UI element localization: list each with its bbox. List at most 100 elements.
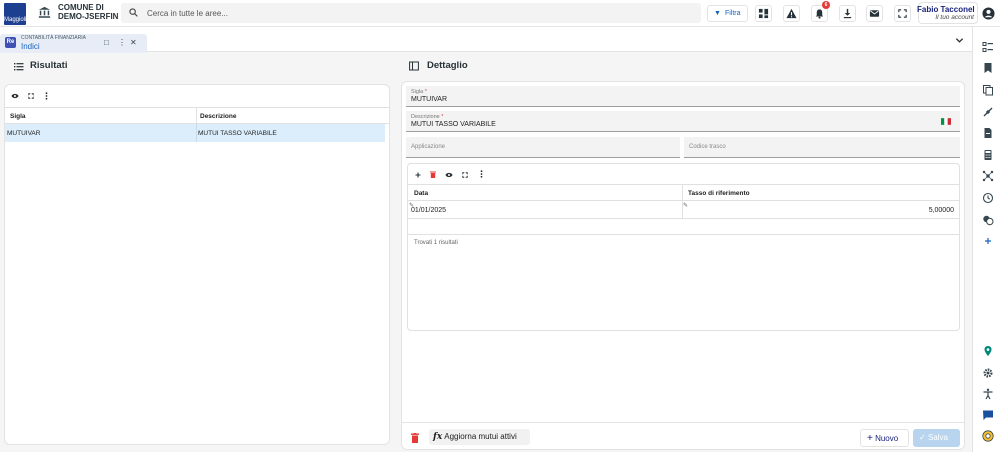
tab-module-label: CONTABILITÀ FINANZIARIA [21,35,86,41]
column-sigla[interactable]: Sigla [10,113,26,120]
table-row[interactable]: MUTUIVAR MUTUI TASSO VARIABILE [5,124,385,142]
fullscreen-icon [898,9,907,18]
italy-flag-icon[interactable] [941,118,951,125]
detail-panel: Sigla * MUTUIVAR Descrizione * MUTUI TAS… [401,81,965,450]
descrizione-field[interactable]: Descrizione * MUTUI TASSO VARIABILE [406,111,960,132]
support-icon[interactable] [982,430,994,442]
calculator-icon[interactable] [982,149,994,161]
descrizione-label: Descrizione * [411,114,444,120]
column-descrizione[interactable]: Descrizione [200,113,237,120]
nuovo-button[interactable]: + Nuovo [860,429,909,447]
column-divider [682,185,683,201]
comune-line2: DEMO-JSERFIN [58,11,119,21]
codice-trascodifica-placeholder: Codice trasco [689,144,726,150]
user-account-link: Il tuo account [935,14,974,21]
grid-icon [758,8,769,19]
history-icon[interactable] [982,192,994,204]
applicazione-field[interactable]: Applicazione [406,137,680,158]
plus-icon[interactable] [415,172,421,178]
gear-icon[interactable] [982,367,994,379]
close-tab-icon[interactable]: ✕ [130,38,137,47]
maggioli-logo[interactable]: Maggioli [4,3,26,25]
list-icon [14,63,24,71]
filter-label: Filtra [724,10,741,17]
sigla-value: MUTUIVAR [411,96,448,103]
more-icon[interactable] [45,92,48,100]
column-divider [196,124,197,142]
bank-icon[interactable] [37,5,52,20]
bookmark-list-icon[interactable] [982,62,994,74]
panel-icon[interactable] [409,61,419,71]
chevron-down-icon[interactable] [955,36,964,45]
right-rail [972,27,1000,452]
download-button[interactable] [839,5,856,22]
cell-descrizione: MUTUI TASSO VARIABILE [198,130,277,137]
edit-icon: ✎ [683,203,689,209]
warning-icon [786,8,797,19]
list-settings-icon[interactable] [982,41,994,53]
column-divider [196,108,197,124]
cell-data[interactable]: 01/01/2025 [411,207,446,214]
cell-sigla: MUTUIVAR [7,130,41,137]
network-icon[interactable] [982,170,994,182]
tassi-grid-header: Data Tasso di riferimento [408,184,959,201]
filter-icon: ▼ [714,10,721,17]
user-account-button[interactable]: Fabio Tacconell... Il tuo account [917,2,978,24]
salva-label: Salva [927,433,948,442]
applicazione-placeholder: Applicazione [411,144,446,150]
eye-icon[interactable] [11,93,19,99]
sigla-field[interactable]: Sigla * MUTUIVAR [406,86,960,107]
results-heading: Risultati [30,60,68,71]
coins-icon[interactable] [982,214,994,226]
mail-icon [869,10,880,17]
search-input[interactable] [147,3,687,23]
add-icon[interactable] [982,235,994,247]
bookmark-icon[interactable]: □ [104,38,109,47]
tab-title: Indici [21,42,40,51]
expand-icon[interactable] [28,93,34,99]
search-box[interactable] [121,3,701,23]
trash-icon[interactable] [430,171,436,178]
fullscreen-button[interactable] [894,5,911,22]
delete-icon[interactable] [411,433,419,443]
results-grid-header: Sigla Descrizione [5,107,389,124]
results-panel: Sigla Descrizione MUTUIVAR MUTUI TASSO V… [4,84,390,445]
tab-menu-icon[interactable]: ⋮ [118,38,126,47]
comune-name[interactable]: COMUNE DI DEMO-JSERFIN [58,3,119,21]
top-bar: Maggioli COMUNE DI DEMO-JSERFIN ▼Filtra … [0,0,1000,27]
download-icon [843,8,852,19]
mail-button[interactable] [866,5,883,22]
notification-badge: 6 [822,1,830,9]
aggiorna-label: Aggiorna mutui attivi [444,432,517,441]
codice-trascodifica-field[interactable]: Codice trasco [684,137,960,158]
eye-icon[interactable] [445,172,453,178]
more-icon[interactable] [480,170,483,178]
detail-heading: Dettaglio [427,60,468,71]
chat-icon[interactable] [982,409,994,421]
aggiorna-mutui-button[interactable]: fx Aggiorna mutui attivi [429,429,530,445]
plug-icon[interactable] [982,106,994,118]
copy-icon[interactable] [982,84,994,96]
filter-button[interactable]: ▼ Filtra [707,5,748,22]
logo-text: Maggioli [4,17,27,23]
account-icon[interactable] [982,7,995,20]
tassi-grid: Data Tasso di riferimento ✎ 01/01/2025 ✎… [407,163,960,331]
document-icon[interactable] [982,127,994,139]
nuovo-label: Nuovo [875,434,899,443]
search-icon [129,8,138,17]
table-row[interactable]: ✎ 01/01/2025 ✎ 5,00000 [408,201,959,219]
salva-button[interactable]: ✓ Salva [913,429,960,447]
apps-grid-button[interactable] [755,5,772,22]
accessibility-icon[interactable] [982,388,994,400]
user-name: Fabio Tacconell... [917,5,975,14]
empty-row [408,219,959,235]
column-data[interactable]: Data [414,190,428,197]
module-badge: Re [5,37,16,48]
warning-button[interactable] [783,5,800,22]
location-icon[interactable] [982,345,994,357]
cell-tasso[interactable]: 5,00000 [929,207,954,214]
expand-icon[interactable] [462,172,468,178]
results-count: Trovati 1 risultati [414,240,458,246]
tab-indici[interactable]: Re CONTABILITÀ FINANZIARIA Indici □ ⋮ ✕ [0,34,147,53]
column-tasso[interactable]: Tasso di riferimento [688,190,750,197]
